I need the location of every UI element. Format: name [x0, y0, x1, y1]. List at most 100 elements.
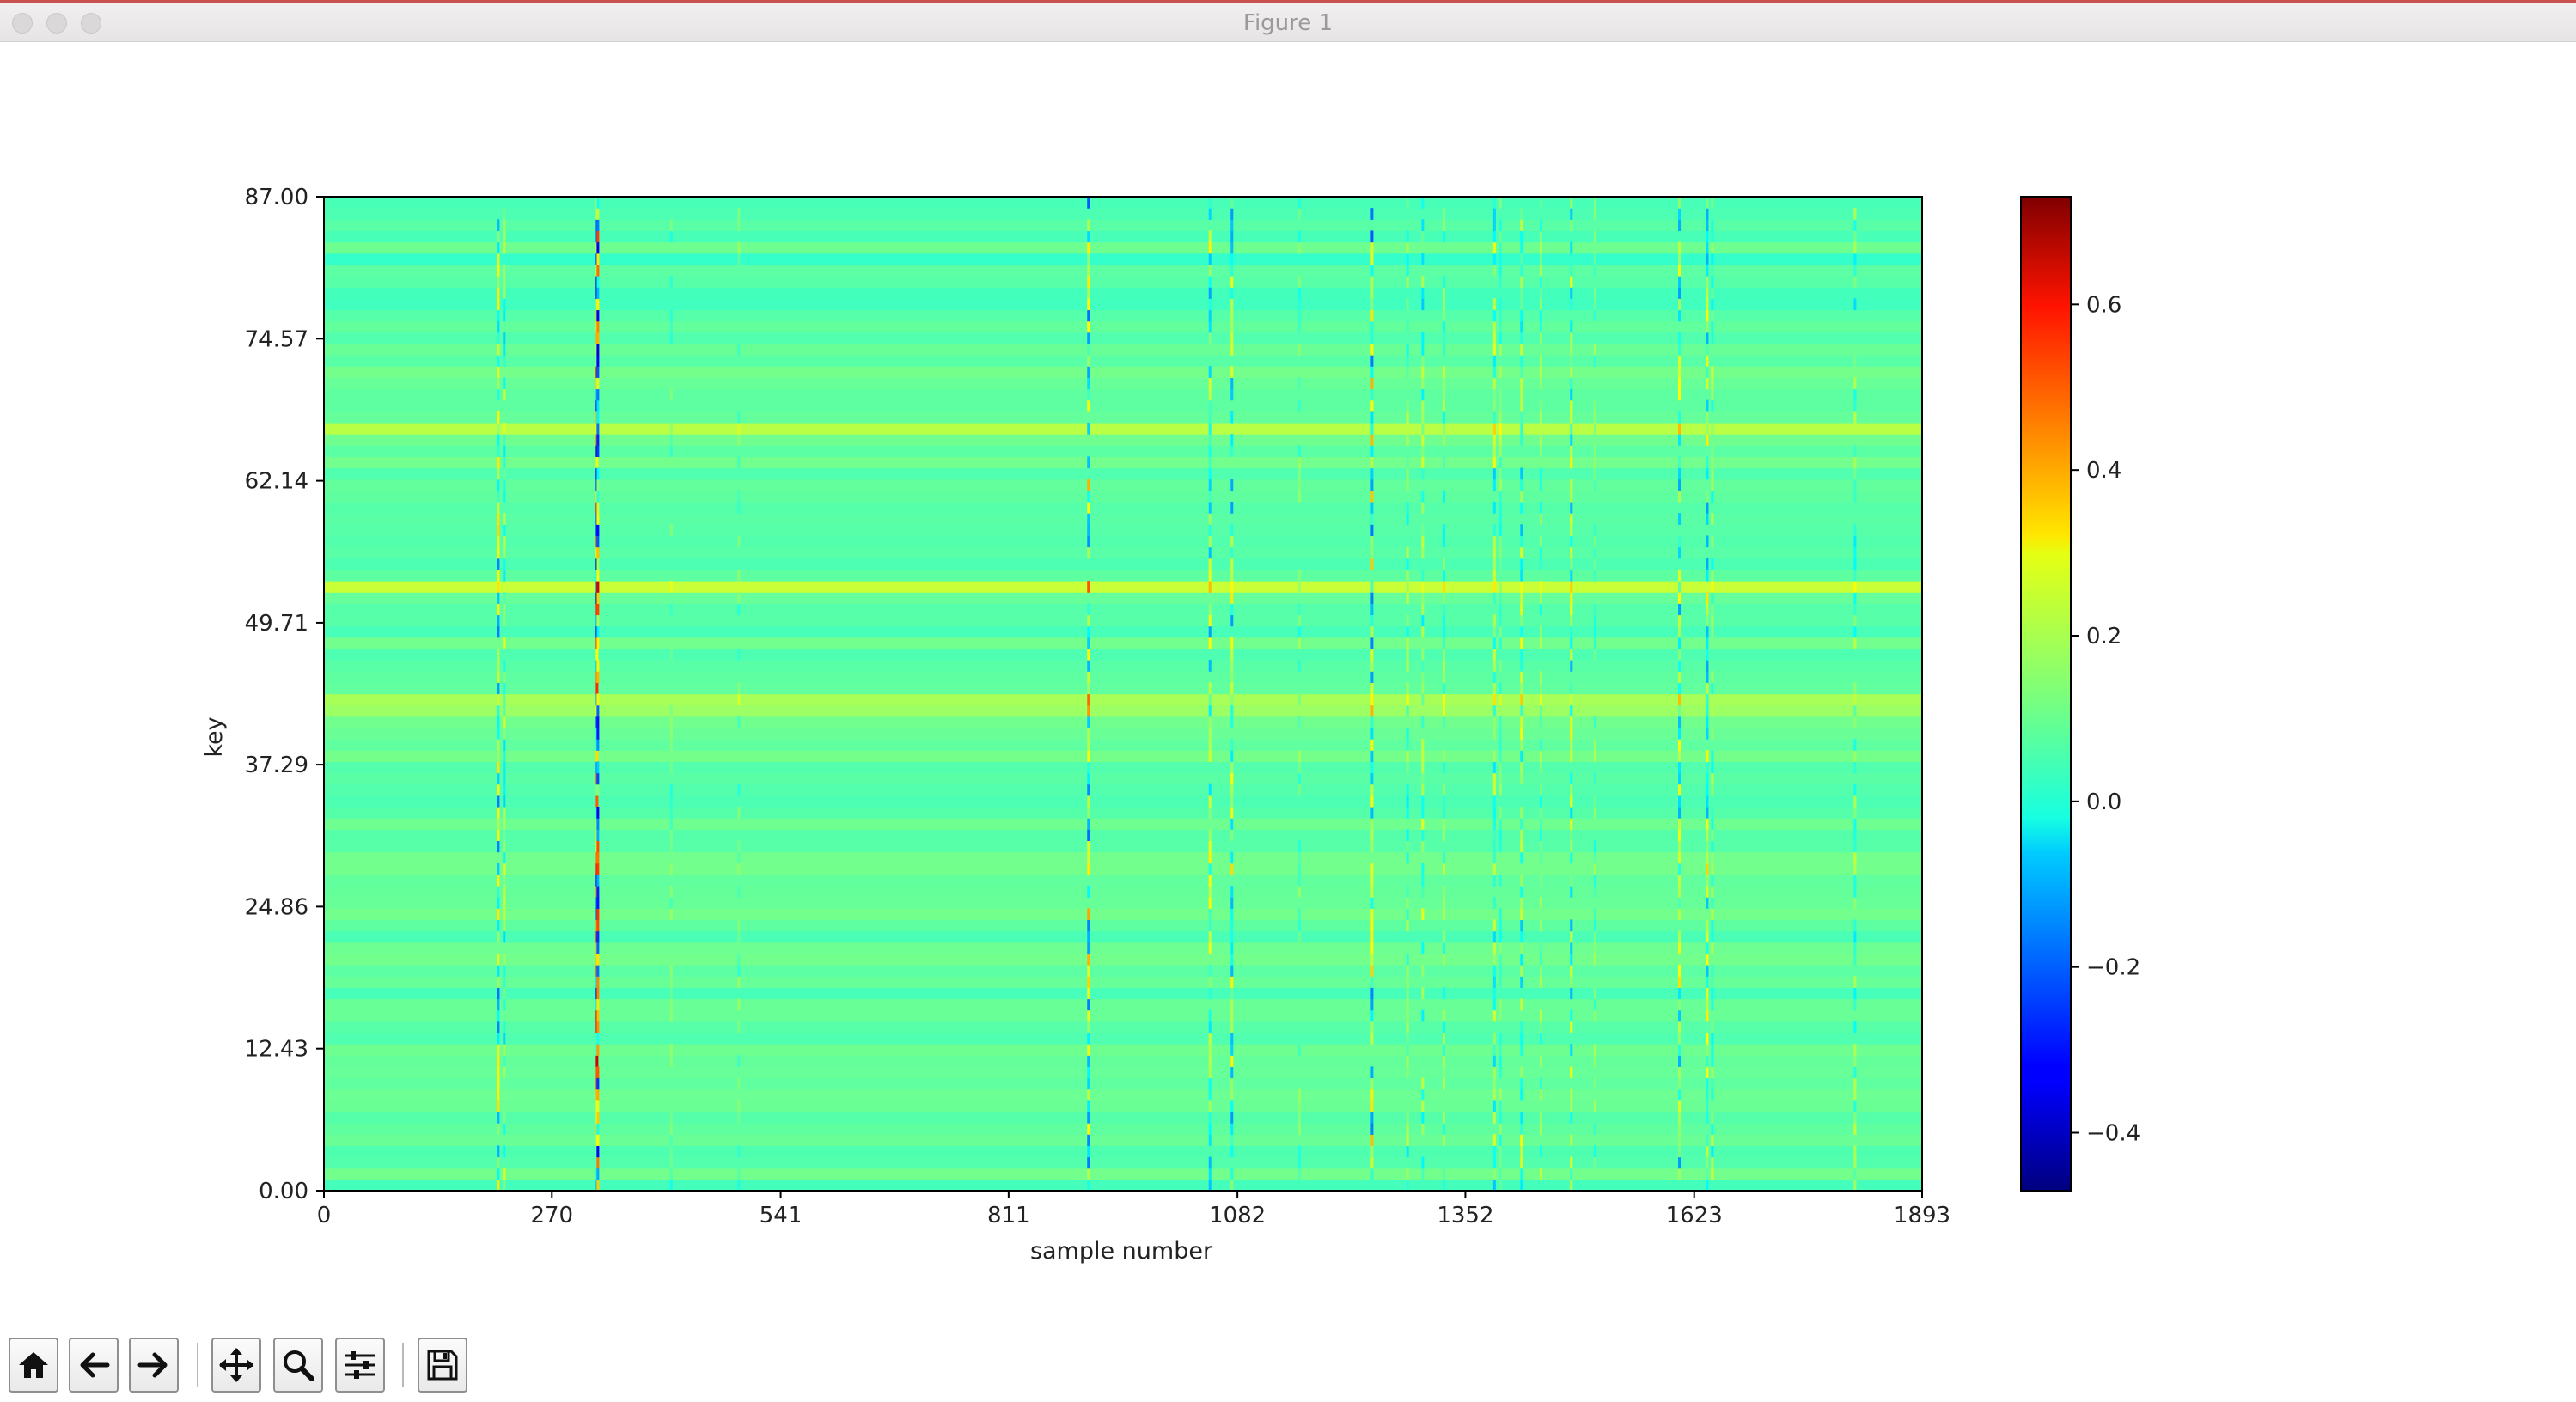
heatmap-cell: [1297, 930, 1301, 943]
heatmap-cell: [669, 524, 673, 537]
heatmap-cell: [1492, 637, 1496, 649]
heatmap-cell: [1421, 366, 1425, 378]
heatmap-cell: [1539, 637, 1542, 649]
heatmap-cell: [1421, 490, 1425, 503]
heatmap-cell: [1706, 976, 1709, 988]
heatmap-cell: [1711, 851, 1714, 864]
heatmap-cell: [497, 411, 500, 424]
heatmap-cell: [1492, 197, 1496, 209]
heatmap-cell: [1421, 625, 1425, 638]
forward-button[interactable]: [129, 1338, 179, 1393]
heatmap-cell: [503, 1123, 506, 1135]
heatmap-cell: [669, 704, 673, 717]
heatmap-cell: [1421, 863, 1425, 875]
heatmap-cell: [503, 1021, 506, 1033]
heatmap-cell: [669, 998, 673, 1011]
heatmap-cell: [737, 592, 741, 604]
heatmap-cell: [1570, 976, 1573, 988]
heatmap-cell: [1499, 772, 1502, 785]
heatmap-cell: [1499, 241, 1502, 254]
heatmap-cell: [1853, 1055, 1857, 1067]
heatmap-cell: [1208, 863, 1212, 875]
heatmap-cell: [1570, 919, 1573, 932]
heatmap-cell: [1711, 897, 1714, 909]
heatmap-cell: [1087, 739, 1090, 751]
heatmap-cell: [503, 987, 506, 1000]
heatmap-cell: [1370, 772, 1374, 785]
heatmap-cell: [1421, 422, 1425, 435]
heatmap-cell: [596, 355, 600, 367]
heatmap-cell: [669, 1145, 673, 1158]
heatmap-cell: [1706, 750, 1709, 762]
heatmap-cell: [1711, 479, 1714, 491]
x-tick-label: 1082: [1209, 1203, 1266, 1228]
y-axis: 0.0012.4324.8637.2949.7162.1474.5787.00: [245, 185, 324, 1204]
heatmap-row: [324, 399, 1922, 412]
heatmap-row: [324, 287, 1922, 299]
heatmap-cell: [1520, 366, 1523, 378]
heatmap-image[interactable]: [324, 197, 1922, 1192]
heatmap-cell: [1853, 241, 1857, 254]
heatmap-cell: [1570, 637, 1573, 649]
heatmap-cell: [1297, 320, 1301, 333]
title-bar[interactable]: Figure 1: [0, 3, 2576, 42]
heatmap-cell: [1570, 399, 1573, 412]
heatmap-cell: [1539, 546, 1542, 559]
heatmap-cell: [1442, 208, 1445, 220]
heatmap-cell: [669, 422, 673, 435]
heatmap-cell: [737, 783, 741, 796]
heatmap-cell: [1370, 298, 1374, 311]
heatmap-cell: [1570, 264, 1573, 277]
heatmap-cell: [1520, 501, 1523, 514]
heatmap-cell: [1499, 343, 1502, 356]
y-tick-label: 62.14: [245, 469, 308, 495]
heatmap-cell: [503, 863, 506, 875]
heatmap-cell: [1520, 208, 1523, 220]
heatmap-cell: [669, 727, 673, 740]
heatmap-cell: [503, 208, 506, 220]
heatmap-row: [324, 276, 1922, 288]
heatmap-cell: [1520, 241, 1523, 254]
heatmap-figure[interactable]: 0 270 541 811 1082 1352 1623 1893 0.0012.4324.8…: [0, 42, 2576, 1331]
heatmap-cell: [1570, 739, 1573, 751]
heatmap-cell: [1570, 1021, 1573, 1033]
heatmap-cell: [1499, 1009, 1502, 1022]
heatmap-cell: [1711, 930, 1714, 943]
heatmap-cell: [1492, 479, 1496, 491]
heatmap-cell: [1593, 309, 1596, 322]
save-button[interactable]: [418, 1338, 467, 1393]
pan-button[interactable]: [211, 1338, 261, 1393]
heatmap-cell: [1492, 388, 1496, 401]
heatmap-cell: [503, 750, 506, 762]
heatmap-cell: [1593, 197, 1596, 209]
heatmap-cell: [1539, 704, 1542, 717]
heatmap-cell: [1297, 467, 1301, 480]
heatmap-cell: [1421, 253, 1425, 265]
heatmap-cell: [1678, 1088, 1682, 1101]
heatmap-cell: [1442, 783, 1445, 796]
home-button[interactable]: [9, 1338, 58, 1393]
heatmap-cell: [1853, 467, 1857, 480]
subplots-button[interactable]: [335, 1338, 385, 1393]
heatmap-cell: [1492, 998, 1496, 1011]
heatmap-cell: [1570, 592, 1573, 604]
heatmap-cell: [1297, 603, 1301, 616]
heatmap-cell: [1442, 942, 1445, 954]
heatmap-cell: [1492, 592, 1496, 604]
heatmap-cell: [1087, 513, 1090, 525]
heatmap-cell: [1520, 1179, 1523, 1191]
heatmap-cell: [1520, 806, 1523, 819]
heatmap-cell: [1370, 671, 1374, 683]
heatmap-cell: [1492, 660, 1496, 672]
heatmap-cell: [1678, 276, 1682, 288]
heatmap-cell: [1520, 1123, 1523, 1135]
figure-canvas[interactable]: 0 270 541 811 1082 1352 1623 1893 0.00 12.43 24.8…: [0, 42, 2576, 1331]
heatmap-cell: [1570, 1167, 1573, 1180]
heatmap-cell: [1230, 795, 1234, 808]
heatmap-cell: [1570, 840, 1573, 853]
heatmap-cell: [1853, 998, 1857, 1011]
back-button[interactable]: [69, 1338, 119, 1393]
heatmap-cell: [1711, 976, 1714, 988]
zoom-button[interactable]: [273, 1338, 323, 1393]
heatmap-cell: [1678, 287, 1682, 299]
